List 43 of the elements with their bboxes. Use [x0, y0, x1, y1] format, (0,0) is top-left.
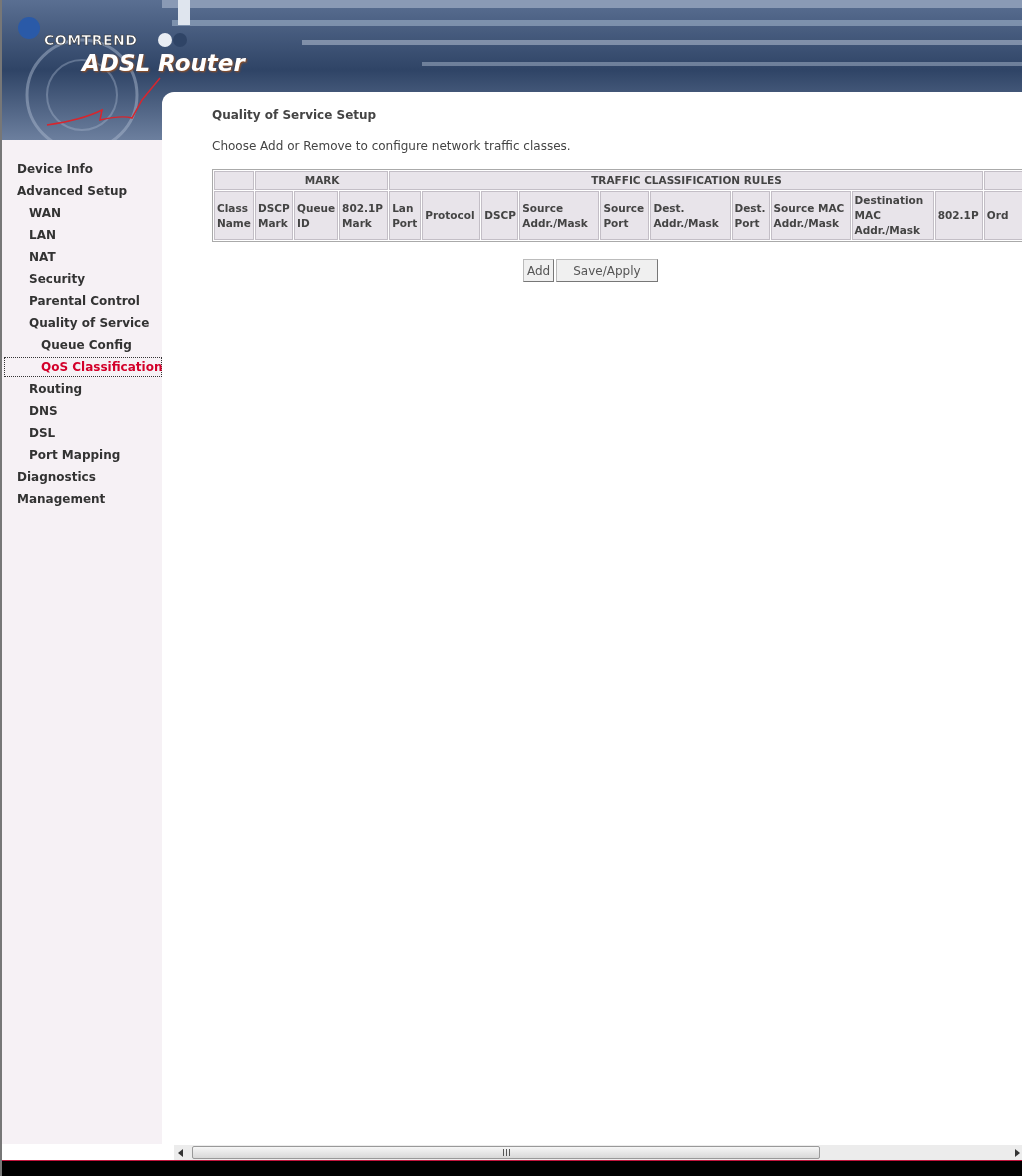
- column-header: Queue ID: [294, 191, 339, 240]
- group-header: MARK: [255, 171, 389, 190]
- scrollbar-thumb[interactable]: [192, 1146, 820, 1159]
- scroll-left-icon[interactable]: [178, 1148, 184, 1157]
- nav-link[interactable]: Security: [4, 269, 162, 289]
- column-header: Source Addr./Mask: [519, 191, 600, 240]
- horizontal-scrollbar[interactable]: [174, 1145, 1022, 1160]
- nav-link[interactable]: Queue Config: [4, 335, 162, 355]
- brand-name: COMTREND: [44, 32, 138, 48]
- add-button[interactable]: Add: [523, 259, 555, 282]
- product-name: ADSL Router: [82, 50, 245, 76]
- nav-link[interactable]: Diagnostics: [4, 467, 162, 487]
- nav-link[interactable]: Quality of Service: [4, 313, 162, 333]
- nav-link[interactable]: LAN: [4, 225, 162, 245]
- nav-link[interactable]: Device Info: [4, 159, 162, 179]
- column-header: Lan Port: [389, 191, 422, 240]
- scroll-right-icon[interactable]: [1014, 1148, 1020, 1157]
- column-header: Class Name: [214, 191, 255, 240]
- nav-link[interactable]: Port Mapping: [4, 445, 162, 465]
- page-title: Quality of Service Setup: [212, 108, 378, 122]
- nav-link[interactable]: DNS: [4, 401, 162, 421]
- column-header: DSCP Mark: [255, 191, 294, 240]
- column-header: Dest. Port: [731, 191, 770, 240]
- column-header: Source Port: [600, 191, 650, 240]
- grip-icon: [502, 1149, 510, 1156]
- group-header: TRAFFIC CLASSIFICATION RULES: [389, 171, 983, 190]
- column-header: 802.1P Mark: [339, 191, 389, 240]
- nav-link[interactable]: DSL: [4, 423, 162, 443]
- page-description: Choose Add or Remove to configure network traffic classes.: [212, 139, 572, 153]
- nav-link[interactable]: Parental Control: [4, 291, 162, 311]
- nav-link[interactable]: WAN: [4, 203, 162, 223]
- save-apply-button[interactable]: Save/Apply: [556, 259, 658, 282]
- nav-link[interactable]: Management: [4, 489, 162, 509]
- nav-link[interactable]: NAT: [4, 247, 162, 267]
- column-header: 802.1P: [934, 191, 983, 240]
- column-header: Protocol: [422, 191, 481, 240]
- column-header: Dest. Addr./Mask: [650, 191, 731, 240]
- nav-link[interactable]: Routing: [4, 379, 162, 399]
- nav-link[interactable]: Advanced Setup: [4, 181, 162, 201]
- column-header: Ord: [983, 191, 1022, 240]
- column-header: DSCP: [481, 191, 519, 240]
- column-header: Destination MAC Addr./Mask: [851, 191, 934, 240]
- column-header: Source MAC Addr./Mask: [770, 191, 851, 240]
